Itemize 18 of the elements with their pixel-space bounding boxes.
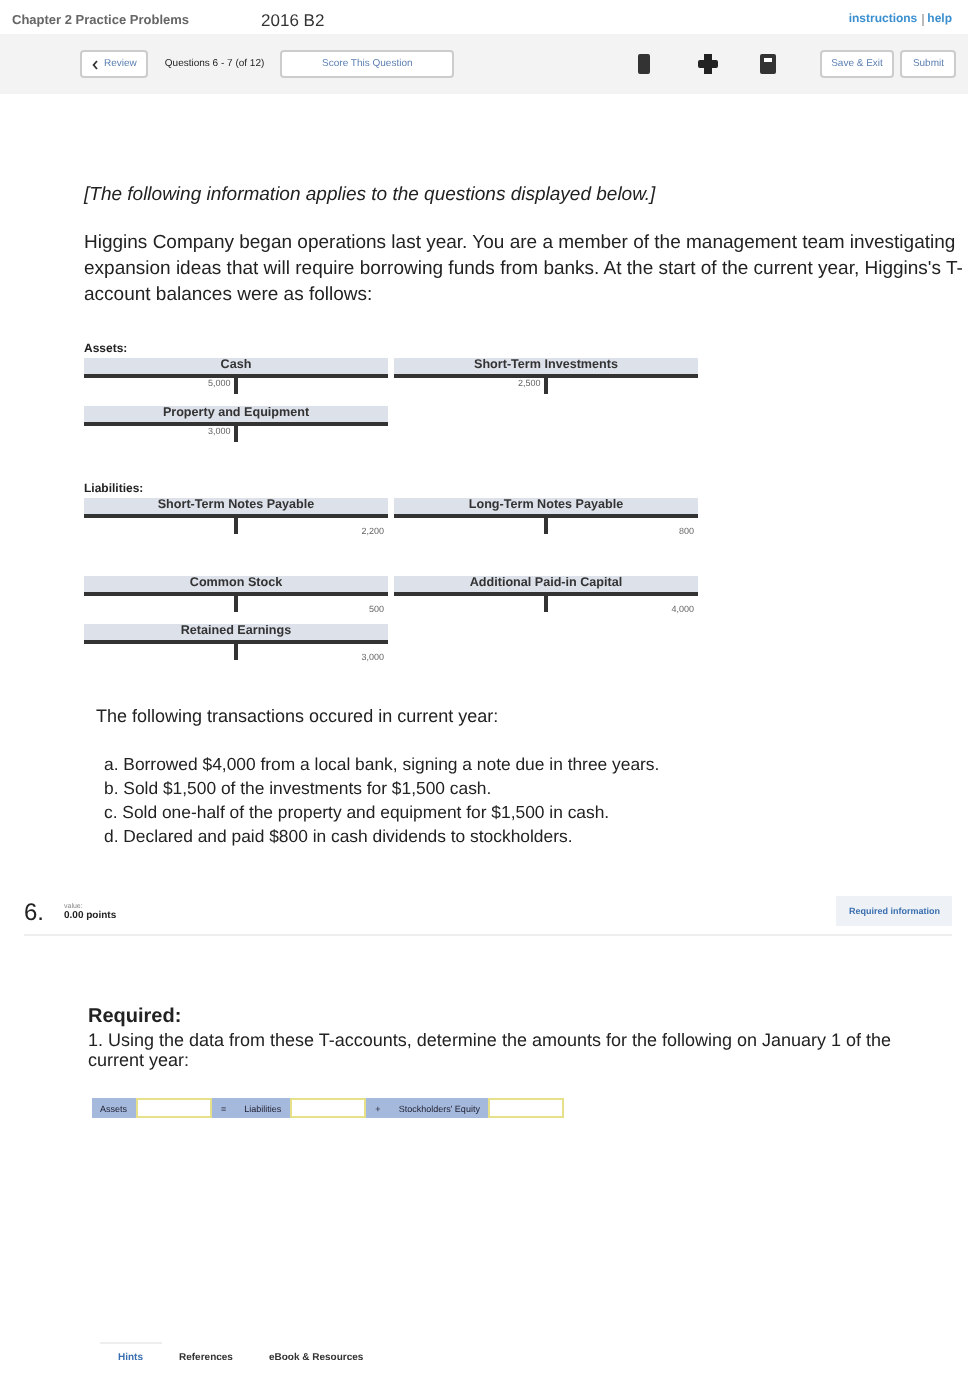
- question-number: 6.: [24, 897, 47, 925]
- transaction-item: a. Borrowed $4,000 from a local bank, signing a note due in three years.: [104, 754, 662, 774]
- answer-field[interactable]: [135, 1098, 212, 1118]
- book-icon[interactable]: [633, 54, 654, 74]
- inbox-icon[interactable]: [757, 54, 778, 74]
- transaction-item: c. Sold one-half of the property and equipment for $1,500 in cash.: [104, 802, 612, 822]
- assignment-title: 2016 B2: [261, 10, 325, 30]
- problem-text: Higgins Company began operations last year. You are a member of the management team investigating expansion ideas that will require borrowing funds from banks. At the start of the current year, Higgins's T-account balances were as follows:: [84, 230, 965, 308]
- transaction-item: b. Sold $1,500 of the investments for $1,500 cash.: [104, 778, 494, 798]
- printer-icon[interactable]: [697, 54, 718, 74]
- intro-note: [The following information applies to the questions displayed below.]: [84, 184, 658, 206]
- answer-field[interactable]: [289, 1098, 366, 1118]
- transactions-intro: The following transactions occured in current year:: [96, 706, 501, 726]
- transaction-item: d. Declared and paid $800 in cash dividends to stockholders.: [104, 826, 575, 846]
- answer-field[interactable]: [487, 1098, 564, 1118]
- chevron-left-icon: [92, 59, 98, 69]
- required-text: 1. Using the data from these T-accounts, determine the amounts for the following on January 1 of the current year:: [88, 1030, 894, 1070]
- required-heading: Required:: [88, 1006, 184, 1028]
